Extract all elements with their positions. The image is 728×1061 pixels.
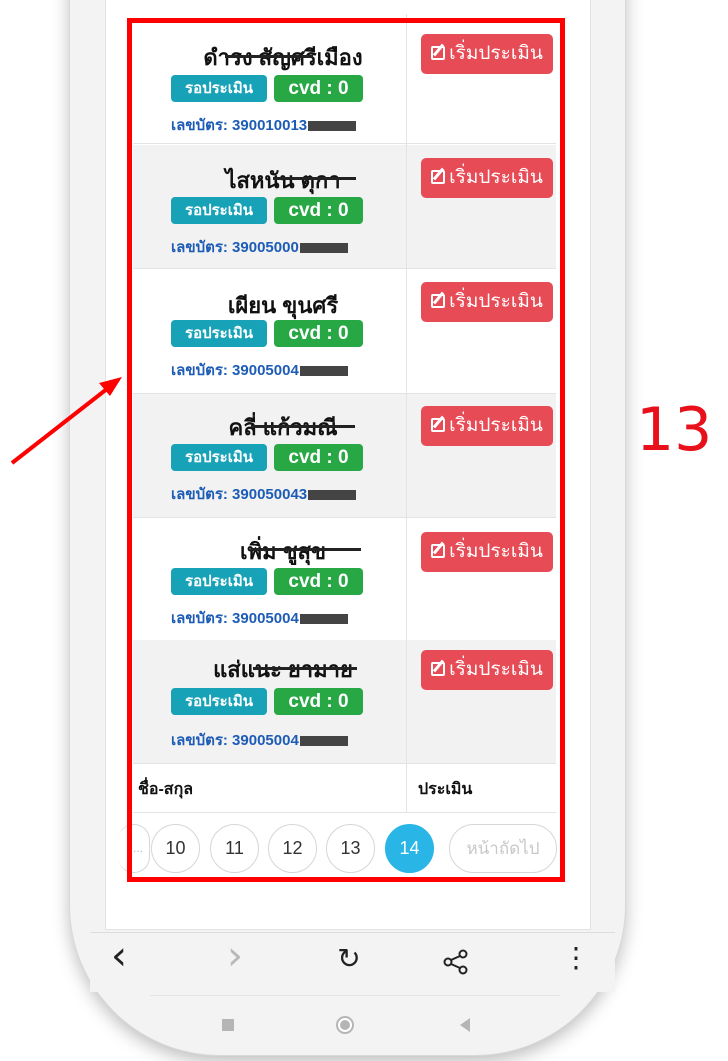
android-nav-bar (150, 995, 560, 1045)
forward-icon[interactable]: › (220, 933, 250, 979)
home-icon[interactable] (336, 1016, 354, 1034)
back-icon[interactable]: ‹ (104, 933, 134, 979)
reload-icon[interactable]: ↻ (329, 942, 369, 975)
menu-icon[interactable]: ⋮ (562, 941, 590, 974)
highlight-box (127, 18, 565, 882)
share-icon[interactable] (443, 949, 469, 975)
annotation-number: 13 (636, 395, 713, 465)
back-nav-icon[interactable] (458, 1017, 472, 1033)
annotation-arrow (10, 377, 122, 465)
browser-toolbar: ‹ › ↻ ⋮ (90, 932, 615, 992)
recents-icon[interactable] (222, 1019, 234, 1031)
screenshot-stage: ดำรง สัญศรีเมือง รอประเมิน cvd : 0 เลขบั… (0, 0, 728, 1061)
